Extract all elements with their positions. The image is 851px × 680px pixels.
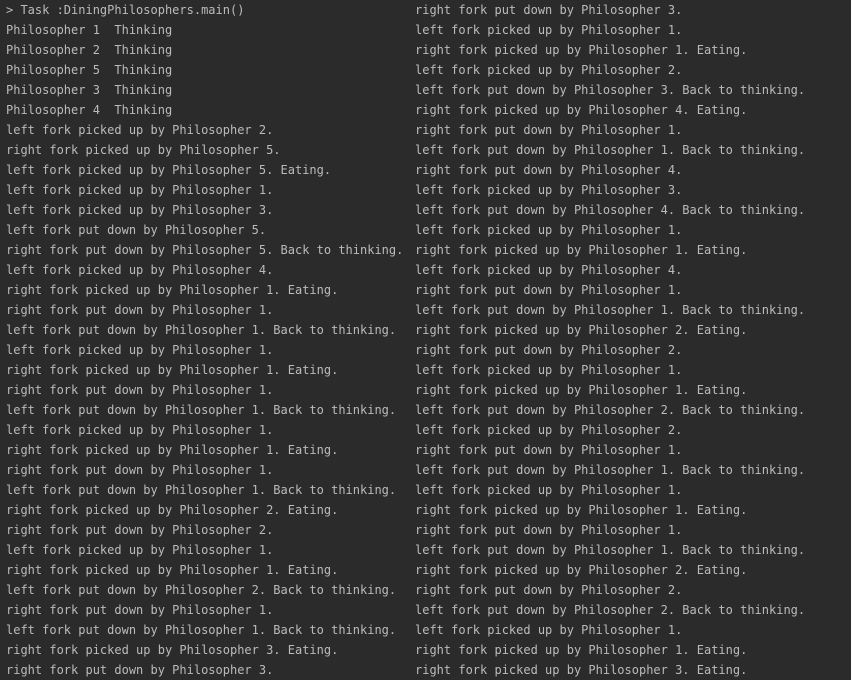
console-line: left fork picked up by Philosopher 4.: [6, 263, 274, 277]
console-line: left fork picked up by Philosopher 1.: [6, 543, 274, 557]
console-line: right fork put down by Philosopher 1.: [415, 523, 683, 537]
console-line: left fork picked up by Philosopher 1.: [6, 343, 274, 357]
console-line: Philosopher 1 Thinking: [6, 23, 173, 37]
console-line: Philosopher 3 Thinking: [6, 83, 173, 97]
console-line: right fork picked up by Philosopher 1. E…: [6, 283, 339, 297]
console-line: left fork picked up by Philosopher 5. Ea…: [6, 163, 332, 177]
console-line: left fork put down by Philosopher 2. Bac…: [415, 603, 806, 617]
console-line: right fork put down by Philosopher 3.: [6, 663, 274, 677]
console-line: left fork picked up by Philosopher 1.: [415, 223, 683, 237]
console-line: left fork picked up by Philosopher 1.: [6, 183, 274, 197]
console-line: right fork put down by Philosopher 1.: [6, 383, 274, 397]
task-header-line: > Task :DiningPhilosophers.main(): [6, 3, 245, 17]
console-line: right fork put down by Philosopher 1.: [415, 123, 683, 137]
console-line: left fork picked up by Philosopher 1.: [415, 23, 683, 37]
console-line: right fork picked up by Philosopher 2. E…: [6, 503, 339, 517]
console-line: right fork picked up by Philosopher 3. E…: [6, 643, 339, 657]
console-line: right fork picked up by Philosopher 2. E…: [415, 563, 748, 577]
console-line: right fork picked up by Philosopher 1. E…: [415, 643, 748, 657]
console-line: Philosopher 5 Thinking: [6, 63, 173, 77]
console-line: Philosopher 2 Thinking: [6, 43, 173, 57]
console-line: left fork put down by Philosopher 1. Bac…: [415, 463, 806, 477]
console-line: right fork put down by Philosopher 1.: [6, 463, 274, 477]
console-line: right fork put down by Philosopher 1.: [6, 603, 274, 617]
console-line: right fork picked up by Philosopher 1. E…: [6, 443, 339, 457]
console-line: right fork put down by Philosopher 2.: [415, 583, 683, 597]
console-line: left fork put down by Philosopher 1. Bac…: [415, 543, 806, 557]
console-line: right fork put down by Philosopher 5. Ba…: [6, 243, 404, 257]
console-line: right fork picked up by Philosopher 1. E…: [415, 243, 748, 257]
console-line: right fork put down by Philosopher 2.: [6, 523, 274, 537]
console-line: left fork put down by Philosopher 1. Bac…: [6, 483, 397, 497]
console-line: right fork picked up by Philosopher 1. E…: [6, 363, 339, 377]
console-line: right fork picked up by Philosopher 1. E…: [415, 383, 748, 397]
console-line: left fork put down by Philosopher 1. Bac…: [415, 303, 806, 317]
console-line: right fork put down by Philosopher 4.: [415, 163, 683, 177]
console-line: right fork put down by Philosopher 2.: [415, 343, 683, 357]
console-line: left fork put down by Philosopher 5.: [6, 223, 267, 237]
console-line: right fork put down by Philosopher 3.: [415, 3, 683, 17]
console-line: left fork picked up by Philosopher 1.: [6, 423, 274, 437]
console-line: left fork put down by Philosopher 2. Bac…: [415, 403, 806, 417]
console-line: left fork picked up by Philosopher 3.: [415, 183, 683, 197]
console-line: left fork put down by Philosopher 4. Bac…: [415, 203, 806, 217]
console-line: left fork picked up by Philosopher 4.: [415, 263, 683, 277]
console-line: Philosopher 4 Thinking: [6, 103, 173, 117]
console-line: left fork picked up by Philosopher 3.: [6, 203, 274, 217]
console-line: left fork picked up by Philosopher 1.: [415, 483, 683, 497]
console-line: right fork picked up by Philosopher 1. E…: [415, 503, 748, 517]
console-line: right fork picked up by Philosopher 5.: [6, 143, 281, 157]
console-line: right fork picked up by Philosopher 4. E…: [415, 103, 748, 117]
console-line: right fork picked up by Philosopher 2. E…: [415, 323, 748, 337]
console-line: left fork put down by Philosopher 1. Bac…: [6, 323, 397, 337]
console-line: left fork put down by Philosopher 1. Bac…: [415, 143, 806, 157]
console-line: left fork picked up by Philosopher 1.: [415, 363, 683, 377]
console-line: left fork put down by Philosopher 3. Bac…: [415, 83, 806, 97]
console-output[interactable]: > Task :DiningPhilosophers.main() Philoso…: [0, 0, 851, 680]
console-line: left fork picked up by Philosopher 2.: [6, 123, 274, 137]
console-line: left fork picked up by Philosopher 1.: [415, 623, 683, 637]
console-line: left fork put down by Philosopher 1. Bac…: [6, 623, 397, 637]
console-line: right fork put down by Philosopher 1.: [415, 283, 683, 297]
console-column-left: > Task :DiningPhilosophers.main() Philoso…: [6, 0, 410, 680]
console-line: left fork put down by Philosopher 2. Bac…: [6, 583, 397, 597]
console-line: right fork picked up by Philosopher 1. E…: [6, 563, 339, 577]
console-column-right: right fork put down by Philosopher 3. lef…: [415, 0, 849, 680]
console-line: right fork picked up by Philosopher 1. E…: [415, 43, 748, 57]
console-line: right fork put down by Philosopher 1.: [6, 303, 274, 317]
console-line: left fork picked up by Philosopher 2.: [415, 63, 683, 77]
console-line: left fork picked up by Philosopher 2.: [415, 423, 683, 437]
console-line: right fork picked up by Philosopher 3. E…: [415, 663, 748, 677]
console-line: left fork put down by Philosopher 1. Bac…: [6, 403, 397, 417]
console-line: right fork put down by Philosopher 1.: [415, 443, 683, 457]
